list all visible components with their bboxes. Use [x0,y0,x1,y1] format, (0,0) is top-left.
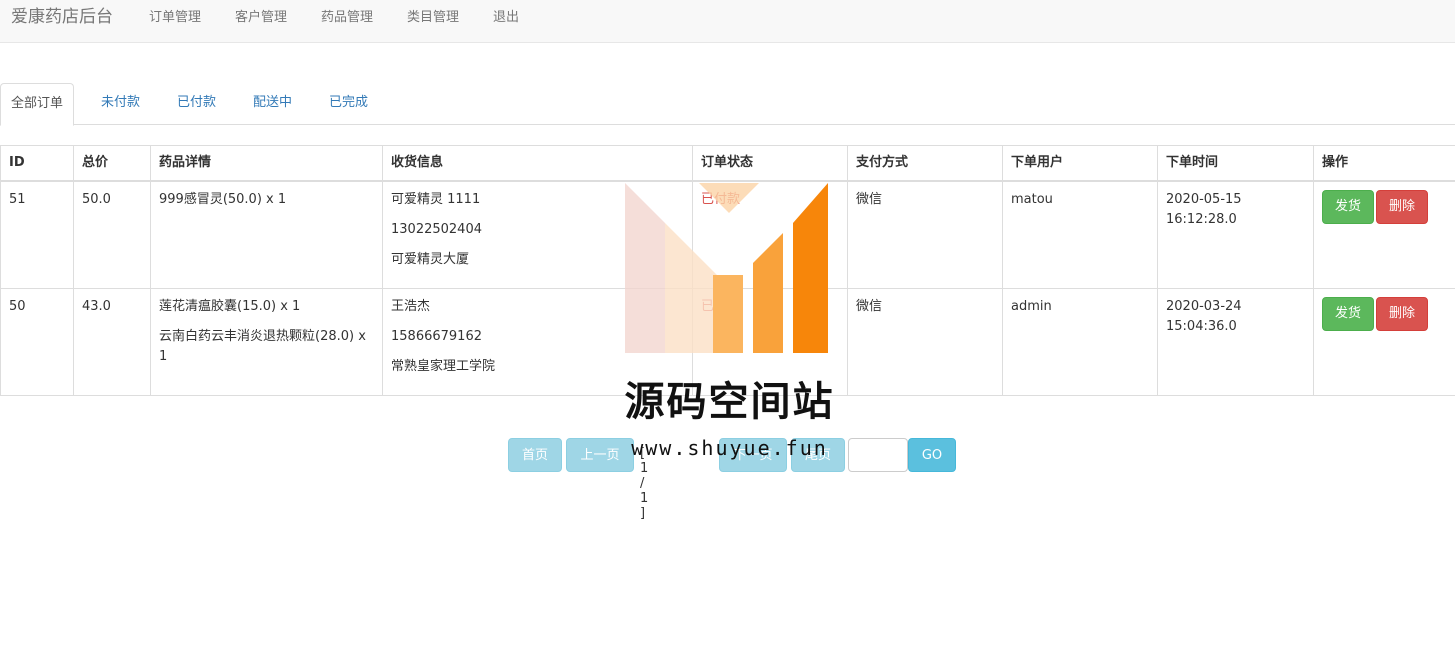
item-line: 莲花清瘟胶囊(15.0) x 1 [159,299,301,314]
brand-title[interactable]: 爱康药店后台 [11,7,113,27]
tab-shipping[interactable]: 配送中 [243,83,302,125]
receiver-name: 可爱精灵 1111 [391,192,481,207]
tab-completed[interactable]: 已完成 [319,83,378,125]
status-badge: 已付款 [701,192,741,207]
cell-total: 50.0 [73,180,151,289]
cell-id: 51 [0,180,74,289]
cell-receiver: 王浩杰 15866679162 常熟皇家理工学院 [382,288,693,396]
last-page-button[interactable]: 尾页 [791,438,845,472]
cell-time: 2020-03-24 15:04:36.0 [1157,288,1314,396]
page-indicator: [ 1 / 1 ] [640,446,649,521]
tab-unpaid[interactable]: 未付款 [91,83,150,125]
ship-button[interactable]: 发货 [1322,190,1375,224]
top-navbar: 爱康药店后台 订单管理 客户管理 药品管理 类目管理 退出 [0,0,1455,43]
delete-button[interactable]: 删除 [1376,190,1429,224]
first-page-button[interactable]: 首页 [508,438,562,472]
cell-actions: 发货 删除 [1313,180,1455,289]
receiver-address: 可爱精灵大厦 [391,252,470,267]
cell-items: 999感冒灵(50.0) x 1 [150,180,383,289]
next-page-button[interactable]: 下一页 [719,438,787,472]
prev-page-button[interactable]: 上一页 [566,438,634,472]
nav-orders[interactable]: 订单管理 [149,10,201,26]
header-user: 下单用户 [1002,145,1158,182]
header-time: 下单时间 [1157,145,1314,182]
cell-items: 莲花清瘟胶囊(15.0) x 1 云南白药云丰消炎退热颗粒(28.0) x 1 [150,288,383,396]
orders-table: ID 总价 药品详情 收货信息 订单状态 支付方式 下单用户 下单时间 操作 5… [0,145,1455,396]
receiver-phone: 13022502404 [391,222,482,237]
header-total: 总价 [73,145,151,182]
cell-payment: 微信 [847,180,1003,289]
item-line: 云南白药云丰消炎退热颗粒(28.0) x 1 [159,329,366,364]
cell-actions: 发货 删除 [1313,288,1455,396]
header-actions: 操作 [1313,145,1455,182]
go-button[interactable]: GO [908,438,956,472]
nav-customers[interactable]: 客户管理 [235,10,287,26]
header-receiver: 收货信息 [382,145,693,182]
table-row: 50 43.0 莲花清瘟胶囊(15.0) x 1 云南白药云丰消炎退热颗粒(28… [0,288,1455,396]
nav-medicines[interactable]: 药品管理 [321,10,373,26]
table-header-row: ID 总价 药品详情 收货信息 订单状态 支付方式 下单用户 下单时间 操作 [0,145,1455,182]
receiver-phone: 15866679162 [391,329,482,344]
cell-user: matou [1002,180,1158,289]
tab-all-orders[interactable]: 全部订单 [0,83,75,126]
cell-status: 已付款 [692,180,848,289]
cell-user: admin [1002,288,1158,396]
header-payment: 支付方式 [847,145,1003,182]
cell-time: 2020-05-15 16:12:28.0 [1157,180,1314,289]
ship-button[interactable]: 发货 [1322,297,1375,331]
receiver-name: 王浩杰 [391,299,431,314]
header-status: 订单状态 [692,145,848,182]
cell-id: 50 [0,288,74,396]
header-items: 药品详情 [150,145,383,182]
order-status-tabs: 全部订单 未付款 已付款 配送中 已完成 [0,83,1455,126]
cell-payment: 微信 [847,288,1003,396]
cell-total: 43.0 [73,288,151,396]
table-row: 51 50.0 999感冒灵(50.0) x 1 可爱精灵 1111 13022… [0,180,1455,289]
item-line: 999感冒灵(50.0) x 1 [159,192,287,207]
nav-categories[interactable]: 类目管理 [407,10,459,26]
nav-logout[interactable]: 退出 [493,10,519,26]
receiver-address: 常熟皇家理工学院 [391,359,496,374]
header-id: ID [0,145,74,182]
cell-status: 已付款 [692,288,848,396]
page-number-input[interactable] [848,438,908,472]
delete-button[interactable]: 删除 [1376,297,1429,331]
cell-receiver: 可爱精灵 1111 13022502404 可爱精灵大厦 [382,180,693,289]
tab-paid[interactable]: 已付款 [167,83,226,125]
status-badge: 已付款 [701,299,741,314]
